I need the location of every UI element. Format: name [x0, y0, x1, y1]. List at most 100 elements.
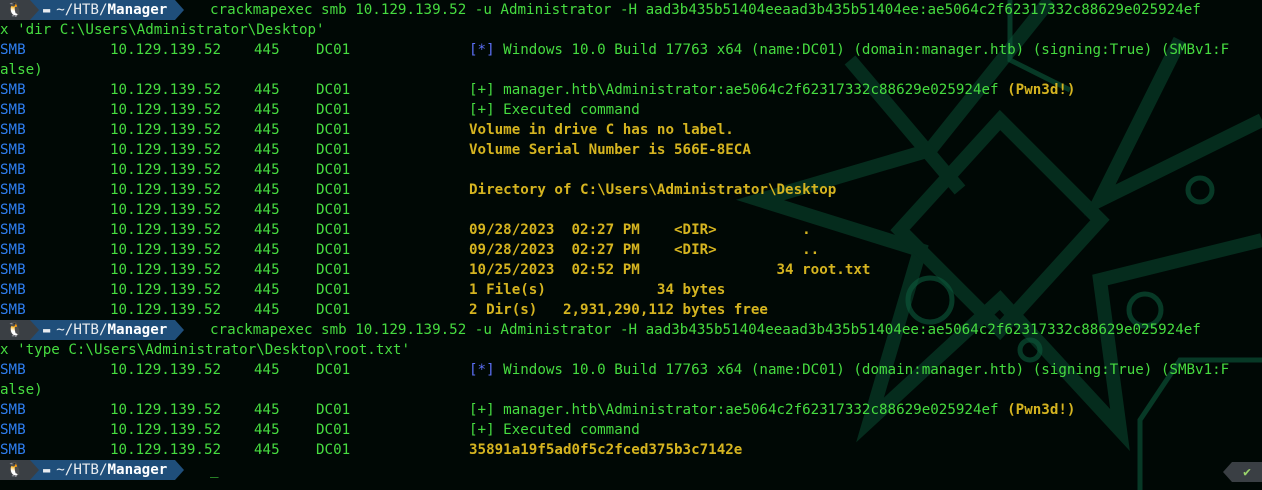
smb-output-row: SMB 10.129.139.52 445 DC01 Volume in drive C…	[0, 120, 1262, 140]
current-directory: Manager	[107, 462, 168, 478]
terminal-cursor[interactable]: _	[210, 460, 219, 480]
target-port: 445	[254, 102, 280, 118]
target-host: DC01	[316, 262, 351, 278]
protocol-label: SMB	[0, 362, 26, 378]
shell-prompt: 🐧 ▬ ~/HTB/Manager	[0, 460, 185, 480]
prompt-line: 🐧 ▬ ~/HTB/Manager crackmapexec smb 10.129.1…	[0, 0, 1262, 20]
target-ip: 10.129.139.52	[110, 442, 222, 458]
linux-penguin-icon: 🐧	[0, 320, 30, 340]
path-prefix: ~/HTB/	[56, 462, 108, 478]
target-ip: 10.129.139.52	[110, 422, 222, 438]
target-ip: 10.129.139.52	[110, 182, 222, 198]
banner-text: Windows 10.0 Build 17763 x64 (name:DC01)…	[494, 362, 1230, 378]
target-ip: 10.129.139.52	[110, 122, 222, 138]
target-host: DC01	[316, 422, 351, 438]
dir-output-line: 2 Dir(s) 2,931,290,112 bytes free	[469, 302, 768, 318]
root-flag: 35891a19f5ad0f5c2fced375b3c7142e	[469, 442, 743, 458]
dir-output-line: Volume Serial Number is 566E-8ECA	[469, 142, 751, 158]
protocol-label: SMB	[0, 262, 26, 278]
smb-output-row: SMB 10.129.139.52 445 DC01 35891a19f5ad0f5c2…	[0, 440, 1262, 460]
target-port: 445	[254, 422, 280, 438]
protocol-label: SMB	[0, 142, 26, 158]
target-port: 445	[254, 122, 280, 138]
folder-icon: ▬	[43, 3, 51, 17]
protocol-label: SMB	[0, 162, 26, 178]
banner-text: Windows 10.0 Build 17763 x64 (name:DC01)…	[494, 42, 1230, 58]
output-message: 35891a19f5ad0f5c2fced375b3c7142e	[469, 440, 742, 460]
protocol-label: SMB	[0, 82, 26, 98]
output-message: Volume Serial Number is 566E-8ECA	[469, 140, 751, 160]
prompt-line: 🐧 ▬ ~/HTB/Manager crackmapexec smb 10.129.1…	[0, 320, 1262, 340]
output-message: [*] Windows 10.0 Build 17763 x64 (name:D…	[469, 360, 1229, 380]
output-message: [+] Executed command	[469, 100, 640, 120]
info-mark: [*]	[469, 362, 495, 378]
command-continuation: x 'type C:\Users\Administrator\Desktop\r…	[0, 342, 410, 358]
prompt-directory: ▬ ~/HTB/Manager	[39, 0, 176, 20]
linux-penguin-icon: 🐧	[0, 0, 30, 20]
smb-output-row: SMB 10.129.139.52 445 DC01 [+] manager.htb\A…	[0, 400, 1262, 420]
prompt-separator	[30, 0, 39, 20]
protocol-label: SMB	[0, 242, 26, 258]
target-host: DC01	[316, 222, 351, 238]
shell-prompt: 🐧 ▬ ~/HTB/Manager	[0, 0, 185, 20]
prompt-separator	[175, 460, 185, 480]
banner-wrap: alse)	[0, 380, 1262, 400]
terminal-output[interactable]: 🐧 ▬ ~/HTB/Manager crackmapexec smb 10.129.1…	[0, 0, 1262, 480]
target-port: 445	[254, 262, 280, 278]
output-message: 2 Dir(s) 2,931,290,112 bytes free	[469, 300, 768, 320]
output-message: Volume in drive C has no label.	[469, 120, 734, 140]
path-prefix: ~/HTB/	[56, 2, 108, 18]
status-check-icon: ✔	[1223, 462, 1262, 482]
smb-output-row: SMB 10.129.139.52 445 DC01 [*] Windows 10.0 …	[0, 360, 1262, 380]
path-prefix: ~/HTB/	[56, 322, 108, 338]
prompt-directory: ▬ ~/HTB/Manager	[39, 460, 176, 480]
prompt-separator	[175, 0, 185, 20]
dir-output-line: Directory of C:\Users\Administrator\Desk…	[469, 182, 837, 198]
command-text: crackmapexec smb 10.129.139.52 -u Admini…	[210, 322, 1201, 338]
dir-output-line: 1 File(s) 34 bytes	[469, 282, 726, 298]
target-ip: 10.129.139.52	[110, 202, 222, 218]
target-ip: 10.129.139.52	[110, 102, 222, 118]
prompt-separator	[30, 460, 39, 480]
smb-output-row: SMB 10.129.139.52 445 DC01 2 Dir(s) 2,931,29…	[0, 300, 1262, 320]
linux-penguin-icon: 🐧	[0, 460, 30, 480]
smb-output-row: SMB 10.129.139.52 445 DC01 10/25/2023 02:52 …	[0, 260, 1262, 280]
protocol-label: SMB	[0, 202, 26, 218]
executed-text: [+] Executed command	[469, 422, 640, 438]
target-host: DC01	[316, 82, 351, 98]
shell-prompt: 🐧 ▬ ~/HTB/Manager	[0, 320, 185, 340]
target-port: 445	[254, 182, 280, 198]
pwned-badge: (Pwn3d!)	[1007, 402, 1076, 418]
target-host: DC01	[316, 162, 351, 178]
target-port: 445	[254, 362, 280, 378]
target-port: 445	[254, 242, 280, 258]
command-continuation: x 'dir C:\Users\Administrator\Desktop'	[0, 22, 325, 38]
protocol-label: SMB	[0, 122, 26, 138]
auth-mark: [+]	[469, 402, 495, 418]
auth-text: manager.htb\Administrator:ae5064c2f62317…	[494, 82, 1008, 98]
auth-mark: [+]	[469, 82, 495, 98]
protocol-label: SMB	[0, 302, 26, 318]
info-mark: [*]	[469, 42, 495, 58]
smb-output-row: SMB 10.129.139.52 445 DC01 Volume Serial Num…	[0, 140, 1262, 160]
target-ip: 10.129.139.52	[110, 402, 222, 418]
output-message: 09/28/2023 02:27 PM <DIR> ..	[469, 240, 819, 260]
target-port: 445	[254, 162, 280, 178]
dir-output-line: 09/28/2023 02:27 PM <DIR> .	[469, 222, 811, 238]
prompt-directory: ▬ ~/HTB/Manager	[39, 320, 176, 340]
smb-output-row: SMB 10.129.139.52 445 DC01 [*] Windows 10.0 …	[0, 40, 1262, 60]
dir-output-line: 10/25/2023 02:52 PM 34 root.txt	[469, 262, 871, 278]
target-host: DC01	[316, 102, 351, 118]
banner-wrap: alse)	[0, 60, 1262, 80]
output-message: 09/28/2023 02:27 PM <DIR> .	[469, 220, 811, 240]
prompt-line-current: 🐧 ▬ ~/HTB/Manager _	[0, 460, 1262, 480]
prompt-separator	[175, 320, 185, 340]
command-text: crackmapexec smb 10.129.139.52 -u Admini…	[210, 2, 1201, 18]
target-ip: 10.129.139.52	[110, 362, 222, 378]
target-ip: 10.129.139.52	[110, 42, 222, 58]
target-port: 445	[254, 42, 280, 58]
target-host: DC01	[316, 142, 351, 158]
banner-continuation: alse)	[0, 382, 43, 398]
output-message: 10/25/2023 02:52 PM 34 root.txt	[469, 260, 870, 280]
target-port: 445	[254, 442, 280, 458]
